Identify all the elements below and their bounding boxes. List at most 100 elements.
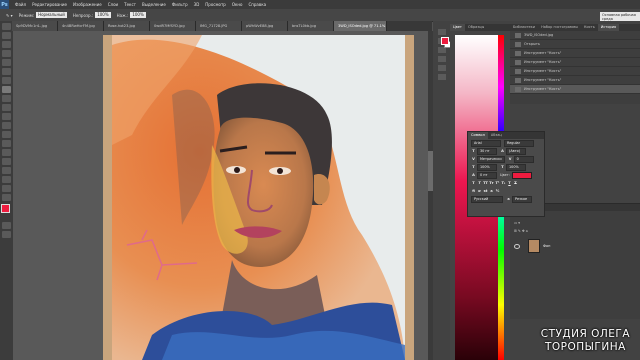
- history-item[interactable]: Инструмент "Кисть": [510, 58, 640, 67]
- document-canvas[interactable]: [103, 35, 414, 360]
- type-tool-icon[interactable]: [2, 158, 11, 165]
- history-item-selected[interactable]: Инструмент "Кисть": [510, 85, 640, 94]
- swash-button[interactable]: σ: [477, 189, 482, 194]
- fraction-button[interactable]: ½: [495, 189, 500, 194]
- stylistic-button[interactable]: st: [483, 189, 488, 194]
- tab-paragraph[interactable]: Абзац: [488, 132, 505, 139]
- tab-document[interactable]: 0wdR7MfSYD.jpg: [150, 21, 196, 31]
- actions-panel-icon[interactable]: [438, 56, 446, 62]
- superscript-button[interactable]: T¹: [495, 181, 500, 186]
- small-caps-button[interactable]: Tт: [489, 181, 494, 186]
- ordinal-button[interactable]: a: [489, 189, 494, 194]
- tab-document-active[interactable]: 3WD_ISOded.jpg @ 71.1% (RGB/8): [334, 21, 387, 31]
- leading-field[interactable]: (Авто): [506, 147, 526, 155]
- tab-document[interactable]: 4n4BRwHcrFM.jpg: [58, 21, 104, 31]
- menu-window[interactable]: Окно: [232, 2, 243, 7]
- layer-row-background[interactable]: Фон: [510, 239, 640, 253]
- pen-tool-icon[interactable]: [2, 149, 11, 156]
- tab-libraries[interactable]: Библиотеки: [510, 24, 538, 31]
- move-tool-icon[interactable]: [2, 23, 11, 30]
- menu-image[interactable]: Изображение: [73, 2, 102, 7]
- menu-layers[interactable]: Слои: [108, 2, 118, 7]
- quick-mask-icon[interactable]: [2, 222, 11, 229]
- faux-bold-button[interactable]: T: [471, 181, 476, 186]
- strikethrough-button[interactable]: T: [513, 181, 518, 186]
- crop-tool-icon[interactable]: [2, 59, 11, 66]
- dodge-tool-icon[interactable]: [2, 140, 11, 147]
- stamp-tool-icon[interactable]: [2, 95, 11, 102]
- gradient-tool-icon[interactable]: [2, 122, 11, 129]
- workspace-switcher[interactable]: Основная рабочая среда: [600, 9, 640, 22]
- color-panel-icon[interactable]: [438, 29, 446, 35]
- brush-icon: [515, 68, 521, 74]
- tab-document[interactable]: IMG_71728.JPG: [196, 21, 242, 31]
- lasso-tool-icon[interactable]: [2, 41, 11, 48]
- underline-button[interactable]: T: [507, 181, 512, 186]
- horizontal-scale-field[interactable]: 100%: [506, 163, 526, 171]
- menu-type[interactable]: Текст: [124, 2, 136, 7]
- tab-document[interactable]: pWhWvE88.jpg: [242, 21, 288, 31]
- color-swatches[interactable]: [0, 204, 13, 220]
- history-item[interactable]: Инструмент "Кисть": [510, 67, 640, 76]
- tab-document[interactable]: bnsTL0kb.jpg: [288, 21, 334, 31]
- zoom-tool-icon[interactable]: [2, 194, 11, 201]
- menu-file[interactable]: Файл: [15, 2, 26, 7]
- menu-3d[interactable]: 3D: [194, 2, 200, 7]
- history-snapshot[interactable]: 3WD_ISOded.jpg: [510, 31, 640, 40]
- layer-blend-row[interactable]: ▭ ▾: [510, 219, 640, 227]
- font-size-field[interactable]: 30 пт: [477, 147, 497, 155]
- tab-color[interactable]: Цвет: [450, 24, 465, 31]
- eraser-tool-icon[interactable]: [2, 113, 11, 120]
- brush-tool-icon[interactable]: [2, 86, 11, 93]
- marquee-tool-icon[interactable]: [2, 32, 11, 39]
- menu-edit[interactable]: Редактирование: [32, 2, 67, 7]
- tracking-field[interactable]: 0: [513, 155, 534, 163]
- menu-view[interactable]: Просмотр: [205, 2, 226, 7]
- tab-document[interactable]: Sp9DVMc1r4-.jpg: [12, 21, 58, 31]
- history-item[interactable]: Инструмент "Кисть": [510, 76, 640, 85]
- vscale-icon: T: [472, 164, 475, 169]
- tab-histogram[interactable]: Набор гистограммы: [538, 24, 581, 31]
- kerning-field[interactable]: Метрически: [477, 155, 505, 163]
- tab-swatches[interactable]: Образцы: [465, 24, 487, 31]
- text-color-swatch[interactable]: [511, 171, 532, 179]
- history-brush-tool-icon[interactable]: [2, 104, 11, 111]
- shape-tool-icon[interactable]: [2, 176, 11, 183]
- language-select[interactable]: Русский: [471, 195, 503, 203]
- tab-history[interactable]: История: [597, 24, 620, 31]
- brush-preset-icon[interactable]: ✎ ▾: [6, 13, 13, 18]
- foreground-color-swatch[interactable]: [1, 204, 10, 213]
- tab-character[interactable]: Символ: [468, 132, 488, 139]
- all-caps-button[interactable]: TT: [483, 181, 488, 186]
- history-item[interactable]: Открыть: [510, 40, 640, 49]
- foreground-color-chip[interactable]: [441, 37, 449, 45]
- ligature-button[interactable]: fi: [471, 189, 476, 194]
- font-family-select[interactable]: Arial: [471, 139, 501, 147]
- quick-select-tool-icon[interactable]: [2, 50, 11, 57]
- menu-select[interactable]: Выделение: [142, 2, 166, 7]
- history-item[interactable]: Инструмент "Кисть": [510, 49, 640, 58]
- opacity-field[interactable]: 100%: [95, 12, 111, 18]
- pressure-field[interactable]: 100%: [130, 12, 146, 18]
- subscript-button[interactable]: T₁: [501, 181, 506, 186]
- path-select-tool-icon[interactable]: [2, 167, 11, 174]
- vertical-scale-field[interactable]: 100%: [477, 163, 497, 171]
- baseline-field[interactable]: 0 пт: [477, 171, 497, 179]
- tab-document[interactable]: Rose-hot23.jpg: [104, 21, 150, 31]
- blur-tool-icon[interactable]: [2, 131, 11, 138]
- mode-select[interactable]: Нормальный: [36, 12, 67, 18]
- layer-lock-row[interactable]: ⊞ ✎ ✥ ⌂: [510, 227, 640, 235]
- screen-mode-icon[interactable]: [2, 231, 11, 238]
- faux-italic-button[interactable]: T: [477, 181, 482, 186]
- font-style-select[interactable]: Regular: [504, 139, 534, 147]
- brush-panel-icon[interactable]: [438, 65, 446, 71]
- tab-brush[interactable]: Кисть: [581, 24, 598, 31]
- visibility-eye-icon[interactable]: [514, 243, 520, 249]
- hand-tool-icon[interactable]: [2, 185, 11, 192]
- menu-help[interactable]: Справка: [248, 2, 266, 7]
- antialias-select[interactable]: Резкое: [512, 195, 532, 203]
- menu-filter[interactable]: Фильтр: [172, 2, 188, 7]
- eyedropper-tool-icon[interactable]: [2, 68, 11, 75]
- healing-tool-icon[interactable]: [2, 77, 11, 84]
- character-panel-icon[interactable]: [438, 74, 446, 80]
